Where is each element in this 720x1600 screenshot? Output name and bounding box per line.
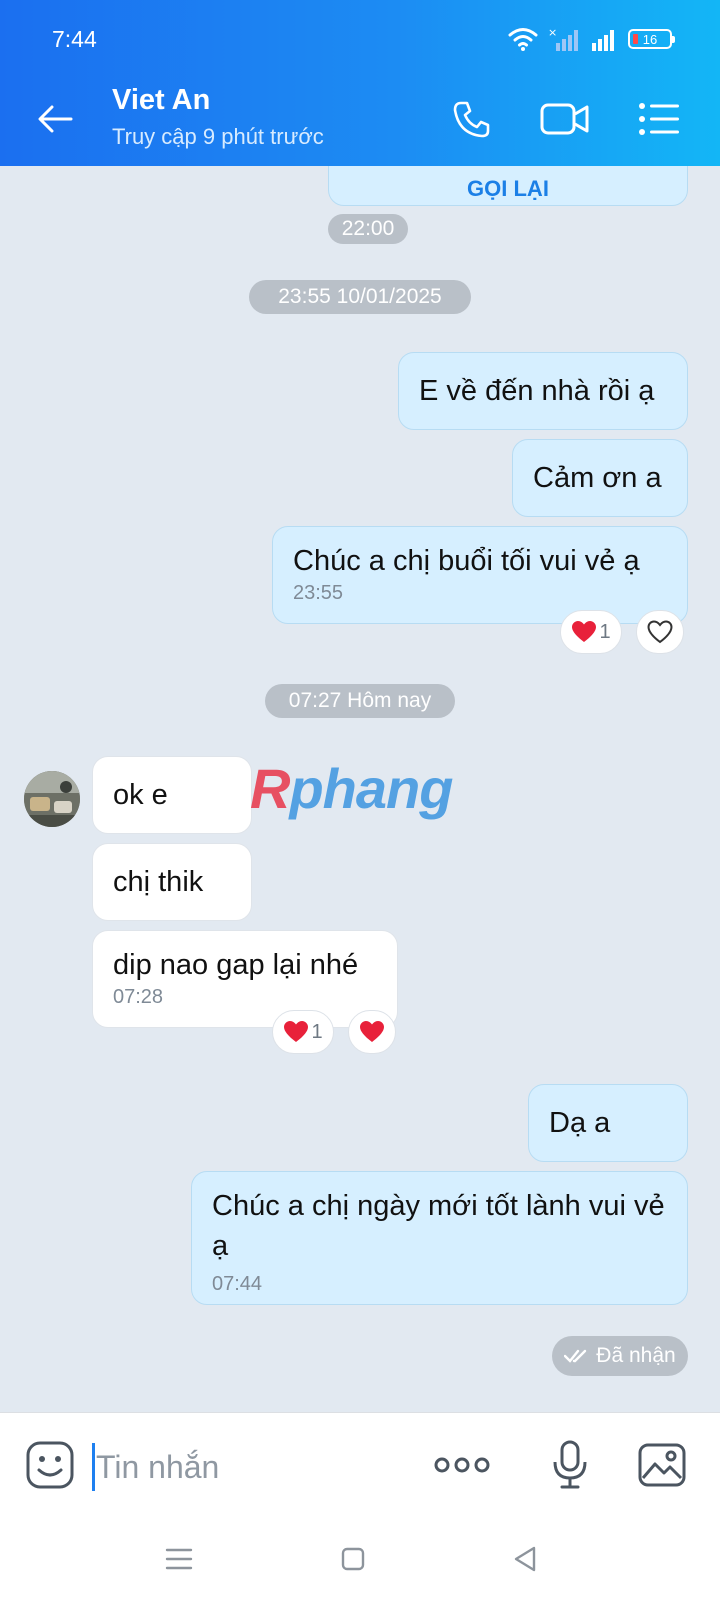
video-call-button[interactable] bbox=[538, 92, 592, 146]
system-navigation-bar bbox=[0, 1518, 720, 1600]
message-text: Cảm ơn a bbox=[533, 462, 662, 494]
home-button[interactable] bbox=[330, 1536, 376, 1582]
reaction-count: 1 bbox=[599, 620, 611, 643]
recents-button[interactable] bbox=[156, 1536, 202, 1582]
triangle-back-icon bbox=[514, 1546, 536, 1572]
home-square-icon bbox=[341, 1547, 365, 1571]
message-text: chị thik bbox=[113, 866, 204, 898]
microphone-icon bbox=[553, 1440, 587, 1489]
signal-weak-icon: × bbox=[548, 27, 578, 51]
more-dots-icon bbox=[434, 1457, 490, 1473]
call-back-card[interactable]: GỌI LẠI bbox=[328, 166, 688, 206]
heart-icon bbox=[360, 1021, 384, 1042]
image-gallery-icon bbox=[638, 1443, 686, 1487]
message-time: 23:55 bbox=[293, 582, 344, 604]
more-options-button[interactable] bbox=[432, 1435, 492, 1495]
battery-level: 16 bbox=[642, 31, 658, 47]
date-separator: 23:55 10/01/2025 bbox=[249, 280, 471, 314]
reaction-count: 1 bbox=[311, 1020, 323, 1043]
heart-icon bbox=[572, 621, 597, 642]
message-text: E về đến nhà rồi ạ bbox=[419, 375, 655, 407]
svg-text:×: × bbox=[548, 27, 557, 39]
message-bubble-outgoing[interactable]: Chúc a chị buổi tối vui vẻ ạ 23:55 bbox=[272, 526, 688, 624]
status-bar: 7:44 × 16 bbox=[0, 0, 720, 72]
message-bubble-incoming[interactable]: ok e bbox=[92, 756, 252, 834]
message-text: Chúc a chị buổi tối vui vẻ ạ bbox=[293, 545, 640, 577]
call-back-button[interactable]: GỌI LẠI bbox=[467, 176, 549, 201]
message-time: 07:28 bbox=[113, 986, 164, 1008]
message-text: Chúc a chị ngày mới tốt lành vui vẻ ạ bbox=[212, 1190, 665, 1262]
message-bubble-incoming[interactable]: dip nao gap lại nhé 07:28 bbox=[92, 930, 398, 1028]
heart-icon bbox=[284, 1021, 309, 1042]
message-bubble-outgoing[interactable]: Cảm ơn a bbox=[512, 439, 688, 517]
chat-header: Viet An Truy cập 9 phút trước bbox=[0, 72, 720, 166]
watermark-logo: Rphang bbox=[250, 757, 453, 820]
gallery-button[interactable] bbox=[632, 1435, 692, 1495]
voice-call-button[interactable] bbox=[444, 92, 498, 146]
arrow-left-icon bbox=[38, 105, 73, 133]
status-time: 7:44 bbox=[52, 26, 97, 52]
message-bubble-incoming[interactable]: chị thik bbox=[92, 843, 252, 921]
contact-name[interactable]: Viet An bbox=[112, 84, 210, 117]
wifi-icon bbox=[508, 28, 538, 51]
chat-messages[interactable]: GỌI LẠI 22:00 23:55 10/01/2025 E về đến … bbox=[0, 166, 720, 1412]
call-time-badge: 22:00 bbox=[328, 214, 408, 244]
message-text: Dạ a bbox=[549, 1107, 611, 1139]
list-menu-icon bbox=[639, 103, 679, 135]
back-button[interactable] bbox=[30, 94, 80, 144]
message-composer bbox=[0, 1412, 720, 1518]
sticker-button[interactable] bbox=[20, 1435, 80, 1495]
phone-icon bbox=[453, 101, 490, 138]
voice-record-button[interactable] bbox=[540, 1435, 600, 1495]
battery-icon: 16 bbox=[628, 29, 675, 49]
message-input[interactable] bbox=[96, 1441, 406, 1493]
sticker-emoji-icon bbox=[26, 1441, 74, 1489]
status-icons: × 16 bbox=[508, 26, 675, 52]
delivery-status-text: Đã nhận bbox=[596, 1344, 676, 1367]
react-button[interactable] bbox=[348, 1010, 396, 1054]
date-separator: 07:27 Hôm nay bbox=[265, 684, 455, 718]
top-bar: 7:44 × 16 Viet An Truy cập 9 phút trước bbox=[0, 0, 720, 166]
message-bubble-outgoing[interactable]: Chúc a chị ngày mới tốt lành vui vẻ ạ 07… bbox=[191, 1171, 688, 1305]
message-text: dip nao gap lại nhé bbox=[113, 949, 359, 981]
reaction-summary[interactable]: 1 bbox=[560, 610, 622, 654]
chat-options-button[interactable] bbox=[632, 92, 686, 146]
avatar-photo bbox=[24, 771, 80, 827]
signal-strong-icon bbox=[592, 30, 614, 51]
delivery-status-badge: Đã nhận bbox=[552, 1336, 688, 1376]
contact-avatar[interactable] bbox=[24, 771, 80, 827]
system-back-button[interactable] bbox=[502, 1536, 548, 1582]
recents-icon bbox=[165, 1548, 193, 1570]
text-caret bbox=[92, 1443, 95, 1491]
message-text: ok e bbox=[113, 779, 168, 811]
message-bubble-outgoing[interactable]: Dạ a bbox=[528, 1084, 688, 1162]
message-time: 07:44 bbox=[212, 1273, 263, 1295]
double-check-icon bbox=[564, 1349, 587, 1363]
contact-last-seen: Truy cập 9 phút trước bbox=[112, 124, 324, 149]
video-camera-icon bbox=[540, 103, 589, 135]
message-bubble-outgoing[interactable]: E về đến nhà rồi ạ bbox=[398, 352, 688, 430]
reaction-summary[interactable]: 1 bbox=[272, 1010, 334, 1054]
heart-outline-icon bbox=[647, 620, 673, 644]
react-button[interactable] bbox=[636, 610, 684, 654]
